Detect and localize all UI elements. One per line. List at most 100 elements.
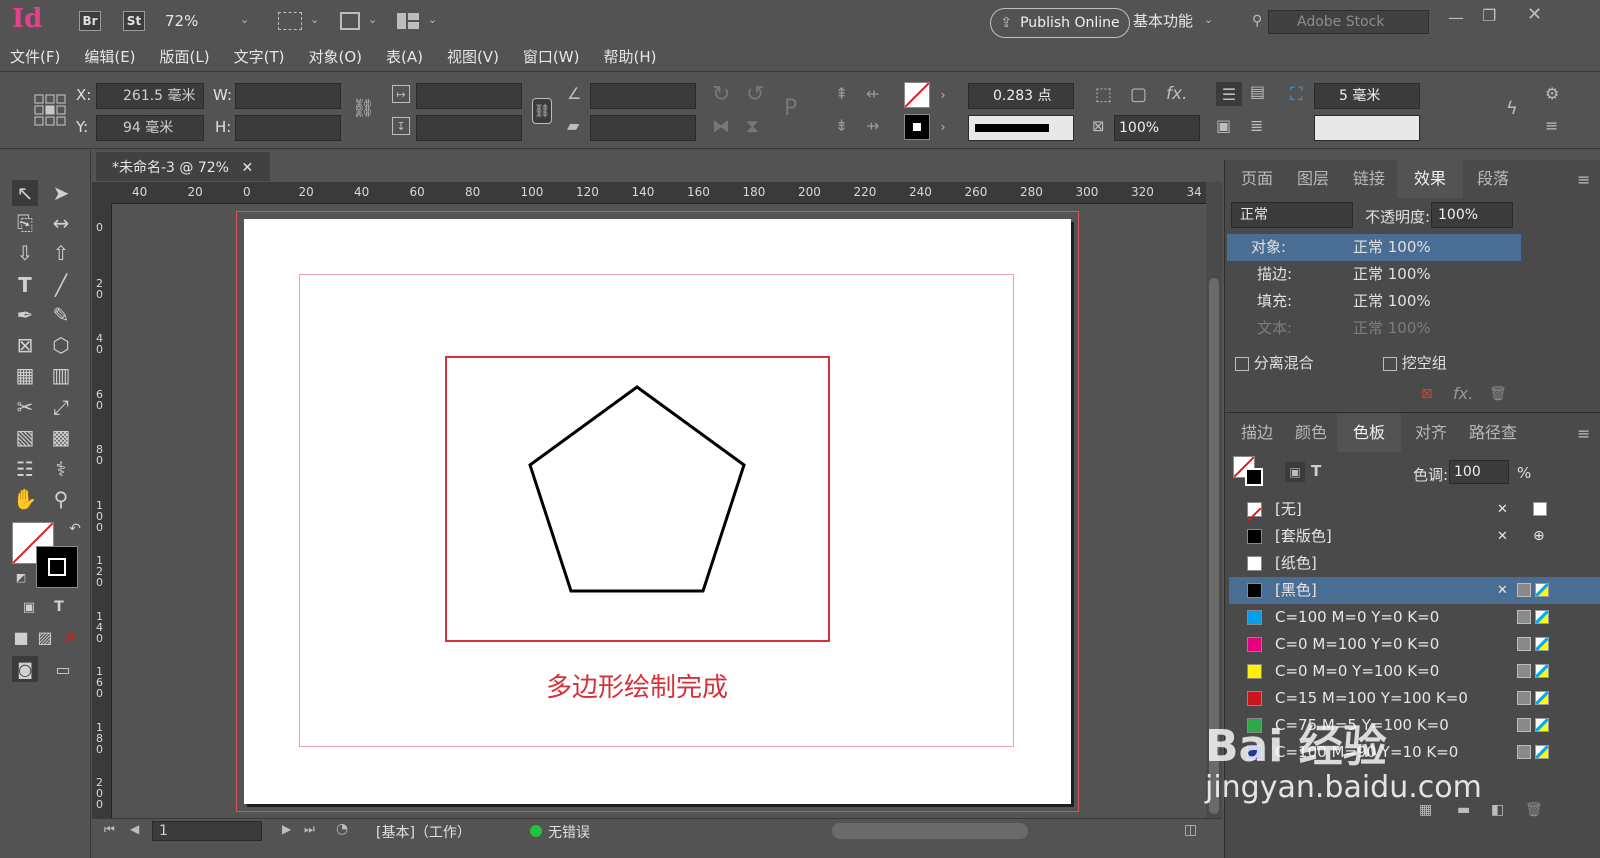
tab-color[interactable]: 颜色 — [1285, 414, 1337, 452]
opacity-field[interactable]: 100% — [1114, 115, 1200, 141]
fill-none-swatch[interactable] — [904, 82, 930, 108]
pencil-tool-icon[interactable]: ✎ — [48, 302, 74, 328]
line-tool-icon[interactable]: ╱ — [48, 272, 74, 298]
constrain-proportions-icon[interactable]: ⛓ — [352, 98, 375, 119]
quick-apply-icon[interactable]: ϟ — [1506, 98, 1518, 119]
arrange-dropdown-icon[interactable]: ⌄ — [428, 13, 437, 26]
content-fit-icon[interactable]: ⬚ — [1095, 84, 1112, 105]
swatches-panel-menu-icon[interactable]: ≡ — [1577, 424, 1590, 443]
menu-type[interactable]: 文字(T) — [234, 43, 285, 71]
select-previous-icon[interactable]: ⇷ — [866, 84, 879, 103]
tab-paragraph[interactable]: 段落 — [1463, 160, 1523, 198]
free-transform-tool-icon[interactable]: ⤢ — [48, 394, 74, 420]
menu-table[interactable]: 表(A) — [386, 43, 423, 71]
auto-fit-icon[interactable]: ⛶ — [1290, 84, 1303, 105]
swatch-none[interactable]: [无] ✕ — [1229, 496, 1600, 523]
gradient-feather-tool-icon[interactable]: ▩ — [48, 424, 74, 450]
drop-shadow-icon[interactable]: ▢ — [1130, 84, 1147, 105]
stroke-weight-field[interactable]: 0.283 点 — [968, 83, 1074, 109]
screen-mode-dropdown-icon[interactable]: ⌄ — [368, 13, 377, 26]
restore-icon[interactable]: ❐ — [1482, 6, 1496, 25]
menu-window[interactable]: 窗口(W) — [523, 43, 580, 71]
tab-effects[interactable]: 效果 — [1397, 160, 1463, 198]
adobe-stock-search[interactable]: Adobe Stock — [1268, 10, 1429, 34]
select-next-icon[interactable]: ⇸ — [866, 116, 879, 135]
select-container-icon[interactable]: ⇞ — [835, 84, 848, 103]
menu-edit[interactable]: 编辑(E) — [84, 43, 135, 71]
screen-mode-tool-icon[interactable]: ▭ — [50, 656, 76, 682]
tab-swatches[interactable]: 色板 — [1337, 414, 1401, 452]
type-tool-icon[interactable]: T — [12, 272, 38, 298]
stroke-dropdown-icon[interactable]: › — [935, 116, 951, 138]
control-menu-icon[interactable]: ≡ — [1545, 116, 1558, 135]
horizontal-ruler[interactable]: 40 20 0 20 40 60 80 100 120 140 160 180 200 220 240 260… — [112, 182, 1222, 204]
tab-layers[interactable]: 图层 — [1285, 160, 1341, 198]
tint-field[interactable]: 100 — [1449, 460, 1509, 484]
reference-point-icon[interactable] — [34, 94, 66, 126]
formatting-container-icon[interactable]: ▣ — [16, 594, 42, 620]
swatch-text-icon[interactable]: T — [1311, 462, 1321, 480]
tab-stroke[interactable]: 描边 — [1229, 414, 1285, 452]
workspace-dropdown-icon[interactable]: ⌄ — [1204, 13, 1213, 26]
new-swatch-icon[interactable]: ◧ — [1491, 802, 1504, 818]
previous-page-icon[interactable]: ◀ — [130, 822, 139, 836]
link-scale-icon[interactable]: ⛓ — [532, 98, 552, 124]
swatch-container-icon[interactable]: ▣ — [1285, 462, 1305, 482]
menu-file[interactable]: 文件(F) — [10, 43, 60, 71]
tab-pages[interactable]: 页面 — [1229, 160, 1285, 198]
swatch-stroke-indicator[interactable] — [1245, 468, 1263, 486]
x-field[interactable]: 261.5 毫米 — [96, 83, 204, 109]
effect-row-object[interactable]: 对象: 正常 100% — [1227, 234, 1521, 261]
stroke-color-icon[interactable] — [36, 546, 78, 588]
selection-tool-icon[interactable]: ↖ — [12, 180, 38, 206]
screen-mode-icon[interactable] — [340, 12, 360, 30]
effect-row-stroke[interactable]: 描边: 正常 100% — [1227, 261, 1521, 288]
rotate-cw-icon[interactable]: ↻ — [712, 82, 730, 107]
grid-tool-icon[interactable]: ▥ — [48, 362, 74, 388]
scale-y-field[interactable] — [416, 115, 522, 141]
swatch-cyan[interactable]: C=100 M=0 Y=0 K=0 — [1229, 604, 1600, 631]
rotate-field[interactable] — [590, 83, 696, 109]
bridge-button[interactable]: Br — [79, 11, 101, 31]
swatch-black[interactable]: [黑色] ✕ — [1229, 577, 1600, 604]
normal-view-icon[interactable]: ◙ — [12, 656, 38, 682]
menu-layout[interactable]: 版面(L) — [160, 43, 210, 71]
preflight-errors[interactable]: 无错误 — [548, 822, 590, 842]
view-options-dropdown-icon[interactable]: ⌄ — [310, 13, 319, 26]
shear-field[interactable] — [590, 115, 696, 141]
corner-shape-select[interactable] — [1314, 115, 1420, 141]
checkbox-box[interactable] — [1383, 356, 1397, 371]
zoom-dropdown-icon[interactable]: ⌄ — [240, 13, 249, 26]
formatting-text-icon[interactable]: T — [46, 594, 72, 620]
swatch-magenta[interactable]: C=0 M=100 Y=0 K=0 — [1229, 631, 1600, 658]
fx-icon[interactable]: fx. — [1166, 84, 1187, 104]
tab-pathfinder[interactable]: 路径查 — [1461, 414, 1525, 452]
hand-tool-icon[interactable]: ✋ — [12, 486, 38, 512]
rectangle-frame-tool-icon[interactable]: ⊠ — [12, 332, 38, 358]
stock-button[interactable]: St — [123, 11, 145, 31]
menu-help[interactable]: 帮助(H) — [603, 43, 656, 71]
stroke-type-select[interactable] — [968, 115, 1074, 141]
clear-effects-icon[interactable]: ⊠ — [1421, 386, 1433, 402]
flip-horizontal-icon[interactable]: ⧓ — [712, 116, 730, 137]
menu-object[interactable]: 对象(O) — [308, 43, 362, 71]
flip-vertical-icon[interactable]: ⧗ — [746, 116, 759, 137]
split-window-icon[interactable]: ◫ — [1184, 822, 1197, 838]
content-placer-icon[interactable]: ⇧ — [48, 240, 74, 266]
arrange-documents-icon[interactable] — [397, 12, 419, 30]
last-page-icon[interactable]: ⏭ — [304, 822, 315, 837]
horizontal-scroll-thumb[interactable] — [832, 823, 1028, 839]
w-field[interactable] — [235, 83, 341, 109]
workspace-switcher[interactable]: 基本功能 — [1133, 10, 1193, 31]
select-content-icon[interactable]: ⇟ — [835, 116, 848, 135]
stroke-swatch[interactable] — [904, 114, 930, 140]
gradient-swatch-tool-icon[interactable]: ▧ — [12, 424, 38, 450]
direct-selection-tool-icon[interactable]: ➤ — [48, 180, 74, 206]
table-tool-icon[interactable]: ▦ — [12, 362, 38, 388]
control-settings-icon[interactable]: ⚙ — [1545, 84, 1559, 103]
pentagon-shape[interactable] — [526, 384, 748, 596]
minimize-icon[interactable]: — — [1448, 8, 1464, 27]
add-effect-icon[interactable]: fx. — [1453, 384, 1473, 403]
effect-row-fill[interactable]: 填充: 正常 100% — [1227, 288, 1521, 315]
tab-align[interactable]: 对齐 — [1403, 414, 1459, 452]
